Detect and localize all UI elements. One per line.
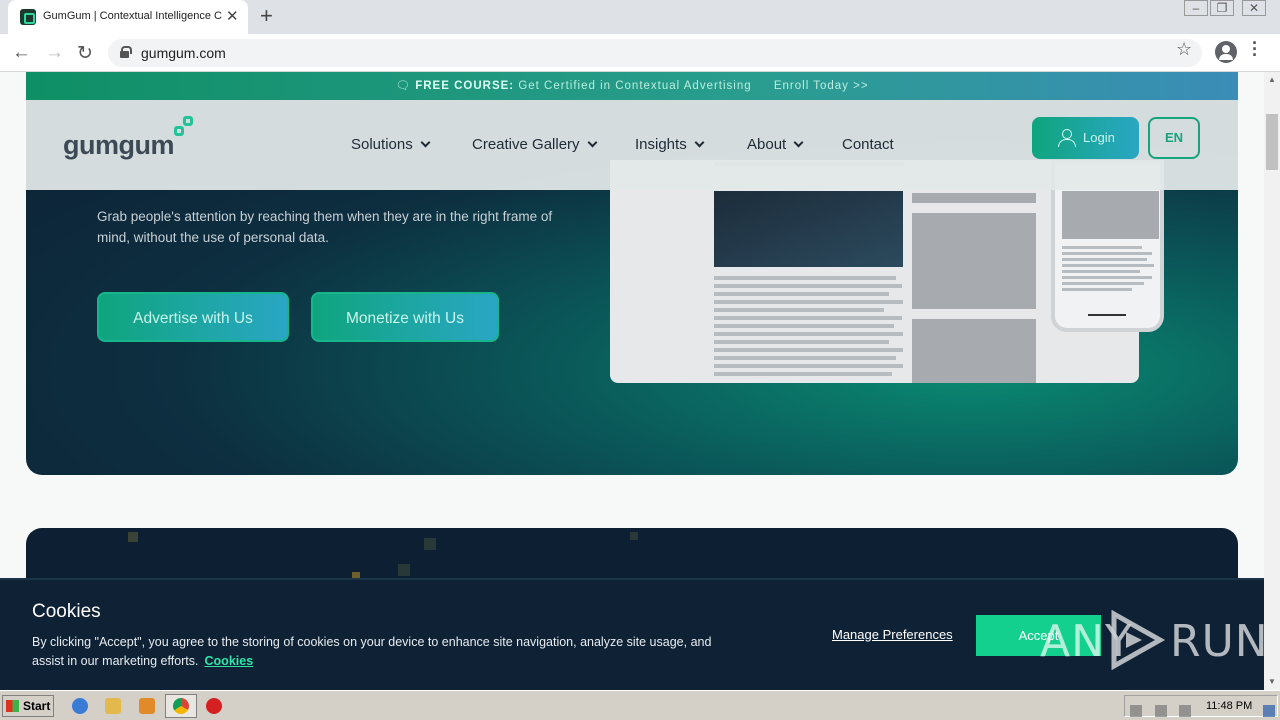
new-tab-icon[interactable]: + (260, 3, 273, 29)
nav-creative-gallery-label: Creative Gallery (472, 136, 580, 153)
monetize-button[interactable]: Monetize with Us (311, 292, 499, 342)
advertise-button[interactable]: Advertise with Us (97, 292, 289, 342)
chevron-down-icon (587, 137, 597, 148)
nav-solutions[interactable]: Solutions (351, 136, 431, 153)
chrome-icon (173, 698, 189, 714)
gumgum-logo-mark-icon (174, 116, 196, 138)
browser-toolbar: ← → ↻ gumgum.com (0, 34, 1280, 72)
nav-about-label: About (747, 136, 787, 153)
play-logo-icon (1111, 610, 1166, 670)
gumgum-favicon-icon (20, 9, 36, 25)
chevron-down-icon (694, 137, 705, 148)
scroll-up-icon[interactable]: ▲ (1268, 75, 1276, 84)
show-desktop-icon[interactable] (1263, 705, 1275, 717)
url-text[interactable]: gumgum.com (141, 45, 226, 61)
back-icon[interactable]: ← (12, 42, 31, 64)
address-bar[interactable]: gumgum.com (108, 39, 1202, 67)
flag-icon[interactable] (1179, 705, 1191, 717)
start-label: Start (23, 699, 51, 713)
minimize-icon[interactable]: – (1184, 0, 1208, 16)
chrome-taskbar-button[interactable] (165, 694, 197, 718)
enroll-link[interactable]: Enroll Today >> (774, 80, 869, 92)
forward-icon[interactable]: → (45, 42, 64, 64)
promo-text: Get Certified in Contextual Advertising (518, 80, 752, 92)
language-button[interactable]: EN (1148, 117, 1200, 159)
nav-creative-gallery[interactable]: Creative Gallery (472, 136, 597, 153)
cookie-title: Cookies (32, 601, 101, 622)
scroll-thumb[interactable] (1266, 114, 1278, 170)
browser-tab-bar: GumGum | Contextual Intelligence C ✕ + –… (0, 0, 1280, 34)
gumgum-logo[interactable]: gumgum (63, 130, 175, 161)
hero-section: gumgum Solutions Creative Gallery Insigh… (26, 100, 1238, 475)
chevron-down-icon (420, 137, 431, 148)
volume-icon[interactable] (1130, 705, 1142, 717)
megaphone-icon: 🗨 (395, 80, 416, 92)
lock-icon (120, 46, 132, 58)
close-window-icon[interactable]: ✕ (1242, 0, 1266, 16)
profile-avatar-icon[interactable] (1215, 41, 1237, 63)
scroll-down-icon[interactable]: ▼ (1268, 677, 1276, 686)
reload-icon[interactable]: ↻ (77, 42, 93, 65)
page-viewport: 🗨 FREE COURSE: Get Certified in Contextu… (0, 72, 1264, 690)
windows-logo-icon (6, 700, 19, 712)
cookie-text: By clicking "Accept", you agree to the s… (32, 633, 712, 671)
nav-solutions-label: Solutions (351, 136, 413, 153)
nav-contact[interactable]: Contact (842, 136, 894, 153)
cookie-banner: Cookies By clicking "Accept", you agree … (0, 578, 1264, 690)
cookie-body: By clicking "Accept", you agree to the s… (32, 635, 712, 668)
nav-insights[interactable]: Insights (635, 136, 705, 153)
ie-icon[interactable] (72, 698, 88, 714)
cookies-link[interactable]: Cookies (205, 654, 254, 668)
browser-menu-icon[interactable]: · · · (1252, 34, 1258, 64)
os-taskbar: Start 11:48 PM (0, 690, 1280, 720)
system-tray (1124, 695, 1278, 717)
nav-insights-label: Insights (635, 136, 687, 153)
tab-title: GumGum | Contextual Intelligence C (43, 10, 222, 22)
chevron-down-icon (793, 137, 804, 148)
clock: 11:48 PM (1206, 700, 1253, 712)
close-tab-icon[interactable]: ✕ (226, 7, 239, 25)
login-label: Login (1083, 130, 1115, 145)
promo-banner[interactable]: 🗨 FREE COURSE: Get Certified in Contextu… (26, 72, 1238, 100)
site-header: gumgum Solutions Creative Gallery Insigh… (26, 100, 1238, 190)
media-player-icon[interactable] (139, 698, 155, 714)
manage-preferences-link[interactable]: Manage Preferences (832, 627, 953, 642)
network-icon[interactable] (1155, 705, 1167, 717)
restore-icon[interactable]: ❐ (1210, 0, 1234, 16)
watermark-text-right: RUN (1170, 616, 1264, 667)
nav-about[interactable]: About (747, 136, 804, 153)
hero-subtitle: Grab people's attention by reaching them… (97, 209, 553, 245)
folder-icon[interactable] (105, 698, 121, 714)
browser-tab[interactable]: GumGum | Contextual Intelligence C ✕ (8, 0, 248, 34)
promo-prefix: FREE COURSE: (415, 80, 515, 92)
page-scrollbar[interactable]: ▲ ▼ (1264, 72, 1280, 690)
user-icon (1058, 129, 1076, 147)
login-button[interactable]: Login (1032, 117, 1139, 159)
start-button[interactable]: Start (2, 695, 54, 717)
bookmark-star-icon[interactable]: ☆ (1176, 39, 1192, 60)
security-alert-icon[interactable] (206, 698, 222, 714)
anyrun-watermark: ANY RUN (1040, 606, 1264, 672)
